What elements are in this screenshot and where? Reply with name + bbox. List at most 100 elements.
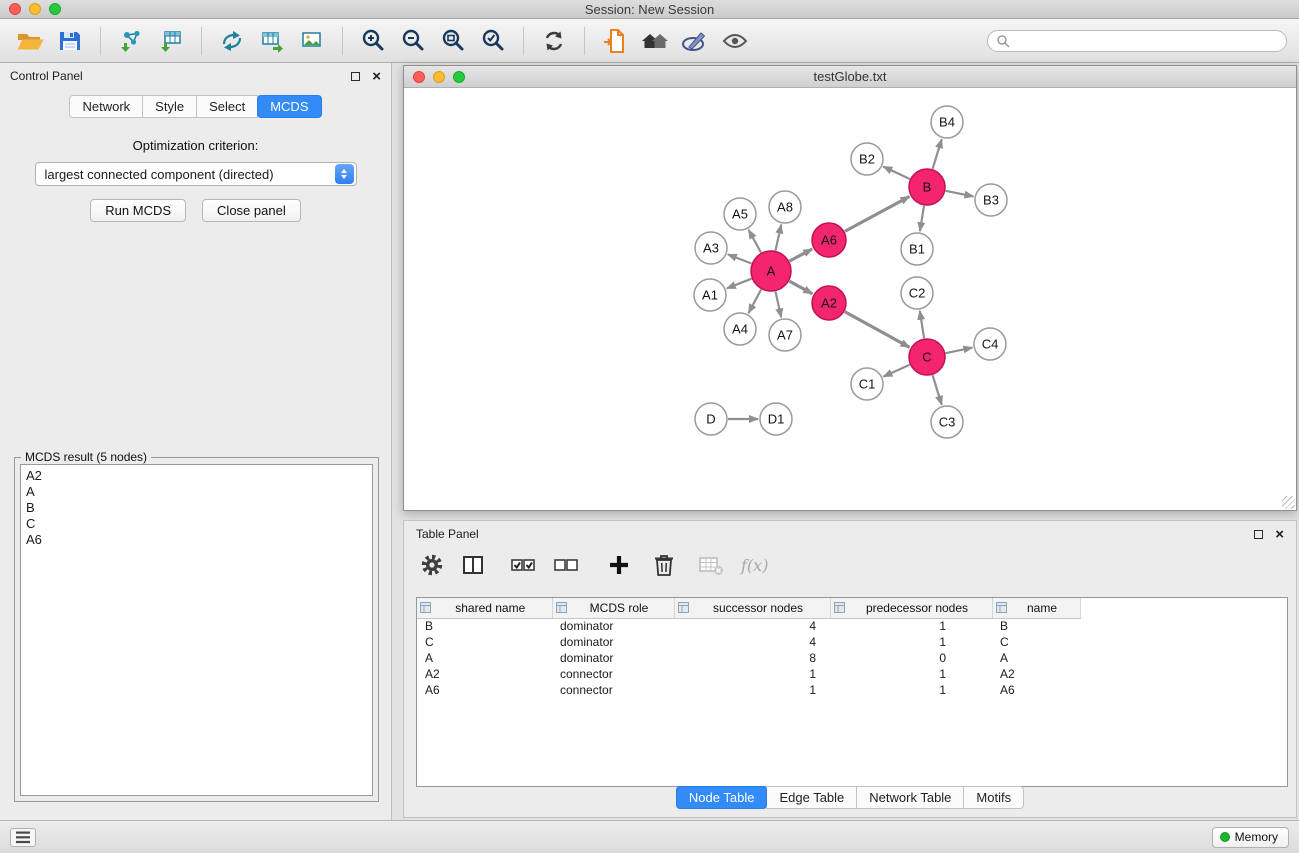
- tab-style[interactable]: Style: [142, 95, 197, 118]
- import-table-from-file-button[interactable]: [153, 24, 189, 58]
- tab-edge-table[interactable]: Edge Table: [766, 786, 857, 809]
- edge-A-A1[interactable]: [727, 279, 752, 289]
- cell-shared-name[interactable]: A2: [417, 666, 552, 682]
- node-C4[interactable]: C4: [974, 328, 1006, 360]
- cell-mcds-role[interactable]: dominator: [552, 650, 674, 666]
- table-settings-button[interactable]: [420, 553, 444, 577]
- apply-layout-button[interactable]: [536, 24, 572, 58]
- tab-node-table[interactable]: Node Table: [676, 786, 768, 809]
- node-A2[interactable]: A2: [812, 286, 846, 320]
- cell-name[interactable]: A6: [992, 682, 1080, 698]
- cell-predecessor-nodes[interactable]: 1: [830, 682, 992, 698]
- search-box[interactable]: [987, 30, 1287, 52]
- mcds-result-item[interactable]: A2: [26, 468, 367, 484]
- cell-shared-name[interactable]: A6: [417, 682, 552, 698]
- mcds-result-item[interactable]: C: [26, 516, 367, 532]
- zoom-out-button[interactable]: [395, 24, 431, 58]
- edge-A-A6[interactable]: [790, 249, 813, 261]
- table-row[interactable]: A2connector11A2: [417, 666, 1080, 682]
- network-close-button[interactable]: [413, 71, 425, 83]
- edge-B-B2[interactable]: [883, 167, 910, 179]
- node-B3[interactable]: B3: [975, 184, 1007, 216]
- node-C1[interactable]: C1: [851, 368, 883, 400]
- memory-button[interactable]: Memory: [1212, 827, 1289, 848]
- deselect-all-columns-button[interactable]: [553, 553, 579, 577]
- cell-successor-nodes[interactable]: 1: [674, 682, 830, 698]
- float-panel-button[interactable]: [351, 72, 360, 81]
- node-B2[interactable]: B2: [851, 143, 883, 175]
- edge-A-A7[interactable]: [776, 292, 782, 318]
- import-network-from-file-button[interactable]: [113, 24, 149, 58]
- zoom-selected-button[interactable]: [475, 24, 511, 58]
- show-columns-button[interactable]: [461, 553, 485, 577]
- network-canvas[interactable]: B4B2BB3A5A8A6B1A3AC2A1A2A4A7C4C1CC3DD1: [404, 88, 1296, 510]
- node-A[interactable]: A: [751, 251, 791, 291]
- edge-A6-B[interactable]: [845, 197, 910, 232]
- node-B1[interactable]: B1: [901, 233, 933, 265]
- tab-network-table[interactable]: Network Table: [856, 786, 964, 809]
- node-B[interactable]: B: [909, 169, 945, 205]
- zoom-in-button[interactable]: [355, 24, 391, 58]
- edge-B-B4[interactable]: [933, 139, 942, 169]
- cell-name[interactable]: C: [992, 634, 1080, 650]
- edge-C-C3[interactable]: [933, 375, 942, 405]
- column-header-predecessor-nodes[interactable]: predecessor nodes: [830, 598, 992, 618]
- save-session-button[interactable]: [52, 24, 88, 58]
- delete-column-button[interactable]: [653, 553, 675, 577]
- minimize-window-button[interactable]: [29, 3, 41, 15]
- cell-name[interactable]: B: [992, 618, 1080, 634]
- delete-table-button[interactable]: [698, 553, 724, 577]
- edge-A-A2[interactable]: [789, 281, 812, 294]
- column-header-name[interactable]: name: [992, 598, 1080, 618]
- edge-A-A4[interactable]: [749, 290, 762, 314]
- tab-select[interactable]: Select: [196, 95, 258, 118]
- mcds-result-item[interactable]: A: [26, 484, 367, 500]
- node-A1[interactable]: A1: [694, 279, 726, 311]
- network-graph[interactable]: B4B2BB3A5A8A6B1A3AC2A1A2A4A7C4C1CC3DD1: [404, 88, 1296, 510]
- optimization-criterion-dropdown[interactable]: largest connected component (directed): [35, 162, 357, 186]
- select-all-columns-button[interactable]: [510, 553, 536, 577]
- node-C3[interactable]: C3: [931, 406, 963, 438]
- task-history-button[interactable]: [10, 828, 36, 847]
- column-header-mcds-role[interactable]: MCDS role: [552, 598, 674, 618]
- mcds-result-list[interactable]: A2ABCA6: [20, 464, 373, 796]
- mcds-result-item[interactable]: B: [26, 500, 367, 516]
- cell-predecessor-nodes[interactable]: 1: [830, 666, 992, 682]
- node-B4[interactable]: B4: [931, 106, 963, 138]
- node-table-container[interactable]: shared name MCDS role successor nodes pr…: [416, 597, 1288, 787]
- cell-mcds-role[interactable]: connector: [552, 666, 674, 682]
- cell-predecessor-nodes[interactable]: 1: [830, 618, 992, 634]
- cell-mcds-role[interactable]: dominator: [552, 634, 674, 650]
- edge-C-C4[interactable]: [946, 348, 973, 354]
- cell-successor-nodes[interactable]: 4: [674, 634, 830, 650]
- export-document-button[interactable]: [597, 24, 633, 58]
- function-builder-button[interactable]: f(x): [741, 556, 768, 575]
- cell-name[interactable]: A: [992, 650, 1080, 666]
- cell-mcds-role[interactable]: connector: [552, 682, 674, 698]
- edge-B-B3[interactable]: [946, 191, 974, 197]
- node-C[interactable]: C: [909, 339, 945, 375]
- cell-shared-name[interactable]: C: [417, 634, 552, 650]
- edge-A-A3[interactable]: [728, 254, 752, 263]
- close-panel-button[interactable]: ×: [372, 69, 381, 84]
- edge-C-C2[interactable]: [920, 311, 924, 338]
- node-D[interactable]: D: [695, 403, 727, 435]
- close-panel-button-secondary[interactable]: Close panel: [202, 199, 301, 222]
- mcds-result-item[interactable]: A6: [26, 532, 367, 548]
- cell-shared-name[interactable]: B: [417, 618, 552, 634]
- node-A7[interactable]: A7: [769, 319, 801, 351]
- network-zoom-button[interactable]: [453, 71, 465, 83]
- export-image-button[interactable]: [294, 24, 330, 58]
- close-table-panel-button[interactable]: ×: [1275, 527, 1284, 542]
- edge-A2-C[interactable]: [845, 312, 910, 348]
- new-network-button[interactable]: [214, 24, 250, 58]
- table-row[interactable]: Adominator80A: [417, 650, 1080, 666]
- edge-A-A5[interactable]: [749, 230, 761, 253]
- cell-successor-nodes[interactable]: 8: [674, 650, 830, 666]
- create-column-button[interactable]: [608, 554, 630, 576]
- cell-mcds-role[interactable]: dominator: [552, 618, 674, 634]
- open-session-button[interactable]: [12, 24, 48, 58]
- node-A8[interactable]: A8: [769, 191, 801, 223]
- node-D1[interactable]: D1: [760, 403, 792, 435]
- cell-shared-name[interactable]: A: [417, 650, 552, 666]
